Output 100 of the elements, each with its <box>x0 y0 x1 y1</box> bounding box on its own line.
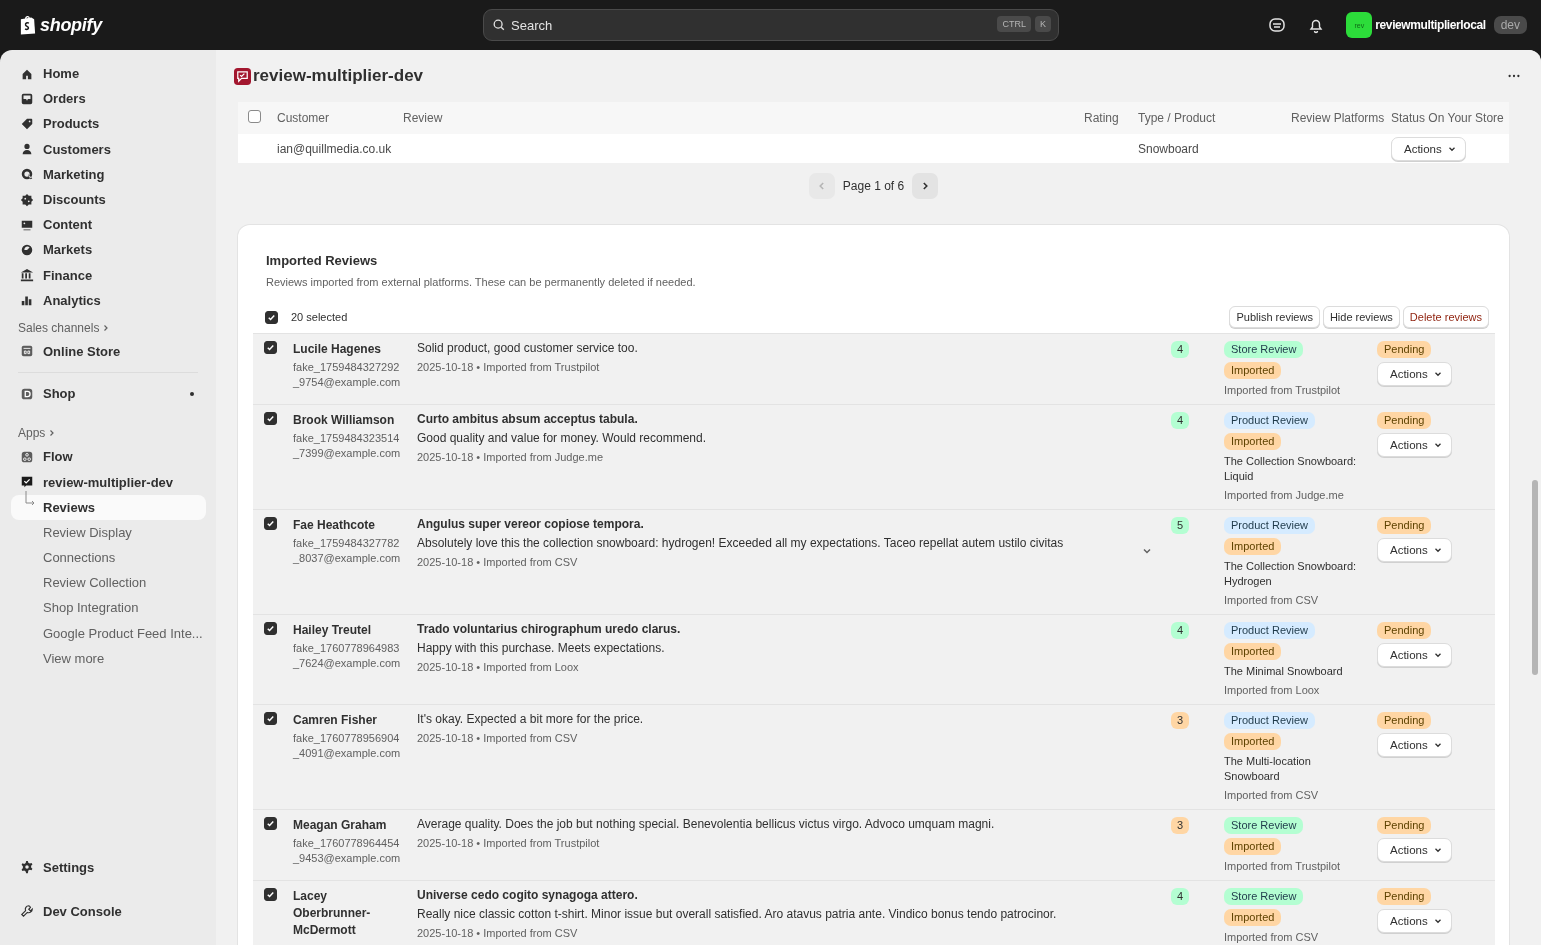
rating-badge: 3 <box>1171 712 1190 729</box>
nav-subitem[interactable]: Connections <box>11 545 206 571</box>
customer-name: Brook Williamson <box>293 412 396 429</box>
product-name: Snowboard <box>1138 141 1199 156</box>
actions-button[interactable]: Actions <box>1377 733 1452 757</box>
nav-item[interactable]: Analytics <box>10 287 206 313</box>
customer-email: fake_1759484327782_8037@example.com <box>293 536 402 566</box>
customer-email: fake_1760778956904_4091@example.com <box>293 731 402 761</box>
nav-item[interactable]: Marketing <box>10 161 206 187</box>
actions-button[interactable]: Actions <box>1391 136 1466 161</box>
section-heading[interactable]: Apps <box>18 426 46 441</box>
bulk-action-button[interactable]: Delete reviews <box>1402 306 1489 328</box>
source-badge: Imported <box>1224 643 1282 660</box>
review-meta: 2025-10-18 • Imported from CSV <box>417 731 579 746</box>
review-meta: 2025-10-18 • Imported from Judge.me <box>417 450 605 465</box>
review-meta: 2025-10-18 • Imported from CSV <box>417 555 579 570</box>
checkmark-icon <box>265 713 276 724</box>
store-badge: dev <box>1493 16 1527 34</box>
review-type-badge: Product Review <box>1224 412 1316 429</box>
checkbox[interactable] <box>264 412 277 425</box>
nav-item[interactable]: Home <box>10 61 206 87</box>
actions-button[interactable]: Actions <box>1377 838 1452 862</box>
checkbox[interactable] <box>264 622 277 635</box>
nav-item[interactable]: Shop <box>10 381 206 407</box>
section-heading[interactable]: Sales channels <box>18 320 100 335</box>
nav-item[interactable]: Content <box>10 212 206 238</box>
nav-item[interactable]: Online Store <box>10 338 206 365</box>
platform-source: Imported from CSV <box>1224 788 1319 803</box>
checkbox[interactable] <box>264 817 277 830</box>
store-name[interactable]: reviewmultiplierlocal <box>1375 18 1486 32</box>
nav-subitem[interactable]: Review Display <box>11 519 206 545</box>
review-title: Curto ambitus absum acceptus tabula. <box>417 412 639 427</box>
review-text: Average quality. Does the job but nothing special. Benevolentia bellicus victus virgo. Advoco umquam magni. <box>417 817 996 832</box>
nav-subitem[interactable]: Review Collection <box>11 570 206 596</box>
nav-item[interactable]: Flow <box>10 444 206 470</box>
nav-item[interactable]: Settings <box>10 845 206 889</box>
checkbox[interactable] <box>264 888 277 901</box>
app-logo-icon <box>234 67 251 85</box>
rating-badge: 4 <box>1171 341 1190 358</box>
source-badge: Imported <box>1224 538 1282 555</box>
review-meta: 2025-10-18 • Imported from Trustpilot <box>417 836 601 851</box>
product-name: The Collection Snowboard: Hydrogen <box>1224 559 1358 589</box>
flow-app-icon <box>20 449 34 464</box>
customer-name: Meagan Graham <box>293 817 388 834</box>
nav-subitem[interactable]: Google Product Feed Inte... <box>11 620 206 646</box>
column-header: Status On Your Store <box>1391 111 1504 125</box>
globe-icon <box>20 242 34 257</box>
more-options-icon[interactable] <box>1507 74 1521 78</box>
review-type-badge: Store Review <box>1224 817 1304 834</box>
checkbox[interactable] <box>264 341 277 354</box>
rating-badge: 4 <box>1171 412 1190 429</box>
nav-item[interactable]: Finance <box>10 262 206 288</box>
wrench-icon <box>20 904 34 918</box>
nav-item[interactable]: Customers <box>10 136 206 162</box>
nav-item[interactable]: Discounts <box>10 186 206 213</box>
badge-icon <box>20 192 34 207</box>
actions-button[interactable]: Actions <box>1377 643 1452 667</box>
customer-name: Lacey Oberbrunner-McDermott <box>293 888 372 939</box>
review-type-badge: Product Review <box>1224 517 1316 534</box>
review-text: Solid product, good customer service too. <box>417 341 639 356</box>
inbox-icon <box>20 91 34 106</box>
review-title: Trado voluntarius chirographum uredo clarus. <box>417 622 682 637</box>
checkmark-icon <box>265 518 276 529</box>
source-badge: Imported <box>1224 433 1282 450</box>
nav-subitem[interactable]: Reviews <box>11 494 206 520</box>
actions-button[interactable]: Actions <box>1377 362 1452 386</box>
checkmark-icon <box>265 818 276 829</box>
platform-source: Imported from Trustpilot <box>1224 383 1341 398</box>
status-badge: Pending <box>1377 341 1432 358</box>
actions-button[interactable]: Actions <box>1377 909 1452 933</box>
storefront-icon <box>20 344 34 359</box>
customer-name: Camren Fisher <box>293 712 379 729</box>
review-type-badge: Product Review <box>1224 712 1316 729</box>
checkbox[interactable] <box>264 517 277 530</box>
nav-item[interactable]: Products <box>10 111 206 137</box>
status-badge: Pending <box>1377 622 1432 639</box>
source-badge: Imported <box>1224 733 1282 750</box>
customer-email: fake_1760778964454_9453@example.com <box>293 836 402 866</box>
nav-item[interactable]: Dev Console <box>10 889 206 933</box>
nav-item[interactable]: review-multiplier-dev <box>10 469 206 495</box>
actions-button[interactable]: Actions <box>1377 538 1452 562</box>
nav-subitem[interactable]: Shop Integration <box>11 595 206 621</box>
source-badge: Imported <box>1224 909 1282 926</box>
nav-subitem[interactable]: View more <box>11 645 206 671</box>
product-name: The Multi-location Snowboard <box>1224 754 1312 784</box>
customer-name: Hailey Treutel <box>293 622 373 639</box>
page-indicator: Page 1 of 6 <box>842 179 905 193</box>
nav-item[interactable]: Orders <box>10 86 206 112</box>
bulk-action-button[interactable]: Hide reviews <box>1322 306 1400 328</box>
actions-button[interactable]: Actions <box>1377 433 1452 457</box>
platform-source: Imported from Loox <box>1224 683 1320 698</box>
checkbox[interactable] <box>264 712 277 725</box>
checkbox[interactable] <box>248 110 261 123</box>
checkbox[interactable] <box>265 310 278 324</box>
review-text: It's okay. Expected a bit more for the price. <box>417 712 645 727</box>
bank-icon <box>20 268 34 283</box>
bulk-action-button[interactable]: Publish reviews <box>1229 306 1320 328</box>
nav-item[interactable]: Markets <box>10 237 206 263</box>
checkmark-icon <box>265 623 276 634</box>
status-badge: Pending <box>1377 888 1432 905</box>
